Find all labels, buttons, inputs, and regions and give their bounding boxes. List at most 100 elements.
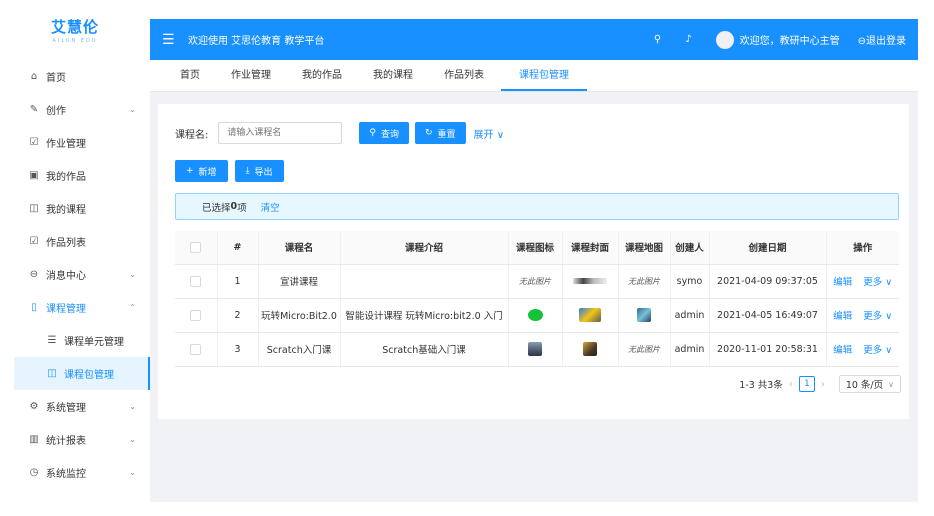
download-icon: ⤓ bbox=[245, 166, 250, 176]
chevron-down-icon: ⌄ bbox=[129, 270, 136, 279]
export-button[interactable]: ⤓ 导出 bbox=[234, 160, 284, 182]
select-all-cell[interactable] bbox=[175, 231, 218, 265]
page-size-select[interactable]: 10 条/页 ∨ bbox=[838, 375, 901, 393]
sidebar-item-label: 作品列表 bbox=[46, 238, 86, 249]
add-button[interactable]: + 新增 bbox=[175, 160, 228, 182]
table-header-row: # 课程名 课程介绍 课程图标 课程封面 课程地图 创建人 创建日期 操作 bbox=[175, 231, 899, 265]
no-image-text: 无此图片 bbox=[628, 344, 660, 354]
main-content: 课程名: ⚲ 查询 ↻ 重置 展开 ∨ + 新增 ⤓ 导出 已选择 0 项 清空 bbox=[150, 92, 918, 502]
more-dropdown[interactable]: 更多 ∨ bbox=[863, 345, 892, 356]
edit-link[interactable]: 编辑 bbox=[833, 311, 852, 322]
row-course-intro: Scratch基础入门课 bbox=[340, 332, 509, 367]
top-header: ☰ 欢迎使用 艾思伦教育 教学平台 ⚲ ♪ 欢迎您，教研中心主管 ⊖退出登录 bbox=[150, 19, 918, 60]
column-header: 课程地图 bbox=[618, 231, 671, 265]
course-cover-image bbox=[583, 342, 597, 356]
tab-course-package-management[interactable]: 课程包管理 bbox=[501, 60, 587, 91]
sidebar-item-label: 统计报表 bbox=[46, 436, 86, 447]
column-header: 创建人 bbox=[670, 231, 710, 265]
sidebar: 艾慧伦 AILUN EDU ⌂ 首页 ✎ 创作 ⌄ ☑ 作业管理 ▣ 我的作品 ◫ 我的课程… bbox=[0, 0, 150, 516]
file-icon: ▯ bbox=[31, 302, 37, 313]
edit-link[interactable]: 编辑 bbox=[833, 345, 852, 356]
pen-icon: ✎ bbox=[29, 104, 39, 115]
next-page-icon[interactable]: › bbox=[821, 379, 825, 390]
sidebar-item-system-management[interactable]: ⚙ 系统管理 ⌄ bbox=[0, 390, 150, 423]
logout-link[interactable]: ⊖退出登录 bbox=[858, 32, 906, 47]
avatar[interactable] bbox=[715, 30, 734, 49]
select-all-checkbox[interactable] bbox=[190, 241, 202, 253]
header-right: ⚲ ♪ 欢迎您，教研中心主管 ⊖退出登录 bbox=[654, 30, 906, 49]
sidebar-item-statistics[interactable]: ▥ 统计报表 ⌄ bbox=[0, 423, 150, 456]
page-tabs: 首页 作业管理 我的作品 我的课程 作品列表 课程包管理 bbox=[150, 60, 918, 92]
content-card: 课程名: ⚲ 查询 ↻ 重置 展开 ∨ + 新增 ⤓ 导出 已选择 0 项 清空 bbox=[158, 104, 909, 419]
sidebar-item-home[interactable]: ⌂ 首页 bbox=[0, 60, 150, 93]
tab-works-list[interactable]: 作品列表 bbox=[430, 60, 498, 91]
column-header: 创建日期 bbox=[709, 231, 827, 265]
sidebar-item-my-works[interactable]: ▣ 我的作品 bbox=[0, 159, 150, 192]
column-header: 课程介绍 bbox=[340, 231, 509, 265]
expand-link[interactable]: 展开 ∨ bbox=[474, 126, 505, 141]
sidebar-item-course-package-management[interactable]: ◫ 课程包管理 bbox=[14, 357, 150, 390]
page-number-button[interactable]: 1 bbox=[798, 376, 815, 392]
prev-page-icon[interactable]: ‹ bbox=[789, 379, 793, 390]
row-course-intro bbox=[340, 264, 509, 299]
sidebar-item-system-monitor[interactable]: ◷ 系统监控 ⌄ bbox=[0, 456, 150, 489]
sidebar-menu: ⌂ 首页 ✎ 创作 ⌄ ☑ 作业管理 ▣ 我的作品 ◫ 我的课程 ☑ 作品列表 ⊖ 消息中心 ⌄ … bbox=[0, 60, 150, 489]
header-title: 欢迎使用 艾思伦教育 教学平台 bbox=[188, 36, 325, 47]
sidebar-item-works-list[interactable]: ☑ 作品列表 bbox=[0, 225, 150, 258]
book-icon: ◫ bbox=[29, 203, 39, 214]
sidebar-item-my-courses[interactable]: ◫ 我的课程 bbox=[0, 192, 150, 225]
edit-link[interactable]: 编辑 bbox=[833, 277, 852, 288]
course-icon-image bbox=[528, 342, 542, 356]
row-checkbox[interactable] bbox=[190, 275, 202, 287]
selection-prefix: 已选择 bbox=[202, 202, 231, 214]
picture-icon: ▣ bbox=[29, 170, 39, 181]
tab-my-courses[interactable]: 我的课程 bbox=[359, 60, 427, 91]
sidebar-item-label: 消息中心 bbox=[46, 271, 86, 282]
reset-button[interactable]: ↻ 重置 bbox=[414, 122, 466, 144]
sidebar-item-messages[interactable]: ⊖ 消息中心 ⌄ bbox=[0, 258, 150, 291]
sidebar-item-course-management[interactable]: ▯ 课程管理 ⌃ bbox=[0, 291, 150, 324]
clear-selection-link[interactable]: 清空 bbox=[261, 200, 280, 214]
row-course-intro: 智能设计课程 玩转Micro:bit2.0 入门 bbox=[340, 298, 509, 333]
no-image-text: 无此图片 bbox=[519, 276, 551, 286]
export-button-label: 导出 bbox=[254, 167, 273, 178]
menu-fold-icon[interactable]: ☰ bbox=[162, 32, 178, 48]
sidebar-item-homework[interactable]: ☑ 作业管理 bbox=[0, 126, 150, 159]
course-name-input[interactable] bbox=[218, 122, 343, 144]
row-index: 1 bbox=[217, 264, 259, 299]
row-checkbox[interactable] bbox=[190, 309, 202, 321]
row-checkbox[interactable] bbox=[190, 343, 202, 355]
user-greeting[interactable]: 欢迎您，教研中心主管 bbox=[740, 32, 840, 47]
course-cover-image bbox=[573, 278, 607, 284]
tab-home[interactable]: 首页 bbox=[166, 60, 214, 91]
sidebar-item-label: 我的作品 bbox=[46, 172, 86, 183]
query-button[interactable]: ⚲ 查询 bbox=[359, 122, 409, 144]
row-select-cell bbox=[175, 332, 218, 367]
sidebar-item-label: 我的课程 bbox=[46, 205, 86, 216]
row-course-cover bbox=[562, 264, 619, 299]
plus-icon: + bbox=[186, 166, 194, 176]
table-row: 2 玩转Micro:Bit2.0 智能设计课程 玩转Micro:bit2.0 入… bbox=[175, 298, 899, 333]
bell-icon[interactable]: ♪ bbox=[685, 34, 691, 45]
row-actions: 编辑 更多 ∨ bbox=[826, 264, 899, 299]
sidebar-item-course-unit-management[interactable]: ☰ 课程单元管理 bbox=[0, 324, 150, 357]
chevron-up-icon: ⌃ bbox=[129, 303, 136, 312]
gear-icon: ⚙ bbox=[29, 401, 39, 412]
tab-homework[interactable]: 作业管理 bbox=[217, 60, 285, 91]
more-dropdown[interactable]: 更多 ∨ bbox=[863, 311, 892, 322]
sidebar-item-label: 作业管理 bbox=[46, 139, 86, 150]
row-course-name: Scratch入门课 bbox=[258, 332, 341, 367]
sidebar-item-label: 课程管理 bbox=[46, 304, 86, 315]
search-icon[interactable]: ⚲ bbox=[654, 34, 661, 45]
chevron-down-icon: ⌄ bbox=[129, 402, 136, 411]
pagination-summary: 1-3 共3条 bbox=[739, 380, 783, 391]
sidebar-item-create[interactable]: ✎ 创作 ⌄ bbox=[0, 93, 150, 126]
sidebar-item-label: 首页 bbox=[46, 73, 66, 84]
tab-my-works[interactable]: 我的作品 bbox=[288, 60, 356, 91]
logo-subtitle: AILUN EDU bbox=[52, 38, 98, 44]
table-row: 3 Scratch入门课 Scratch基础入门课 无此图片 admin 202… bbox=[175, 332, 899, 367]
add-button-label: 新增 bbox=[198, 167, 217, 178]
more-dropdown[interactable]: 更多 ∨ bbox=[863, 277, 892, 288]
column-header: # bbox=[217, 231, 259, 265]
reload-icon: ↻ bbox=[424, 128, 433, 138]
